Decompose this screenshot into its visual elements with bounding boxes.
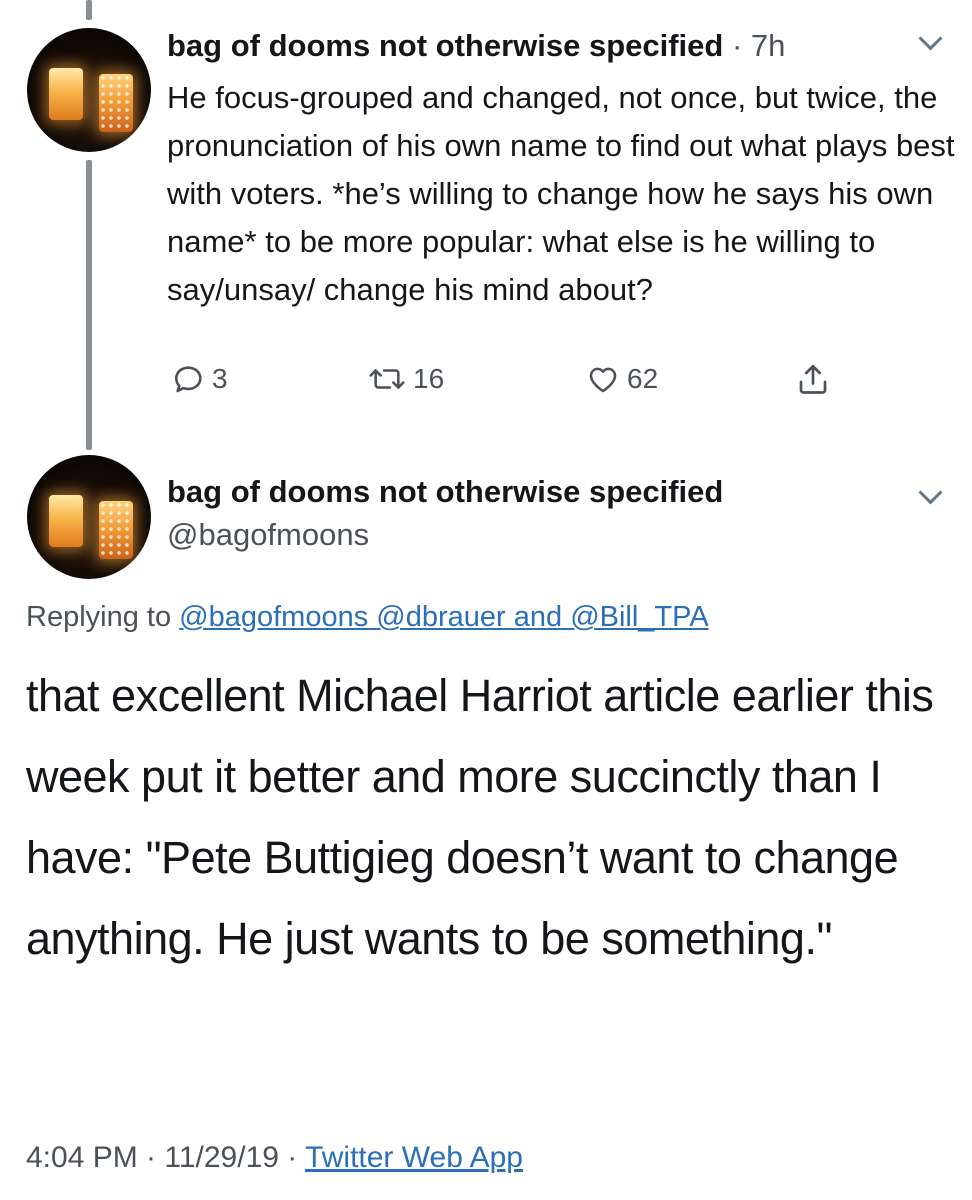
chevron-down-icon[interactable] — [918, 480, 943, 505]
tweet-actions: 3 16 62 — [167, 360, 847, 404]
share-button[interactable] — [795, 360, 831, 398]
avatar[interactable] — [27, 28, 151, 152]
reply-icon — [174, 366, 202, 393]
tweet-footer: 4:04 PM · 11/29/19 · Twitter Web App — [26, 1138, 523, 1178]
chevron-down-icon[interactable] — [918, 26, 943, 51]
mention-link[interactable]: @dbrauer — [376, 601, 505, 633]
replying-prefix: Replying to — [26, 601, 180, 633]
reply-button[interactable]: 3 — [172, 362, 228, 396]
share-icon — [799, 364, 827, 394]
like-icon — [589, 367, 617, 393]
tweet-header: bag of dooms not otherwise specified · 7… — [167, 26, 785, 66]
reply-count: 3 — [212, 363, 228, 394]
display-name[interactable]: bag of dooms not otherwise specified — [167, 472, 723, 512]
replying-to: Replying to @bagofmoons @dbrauer and @Bi… — [26, 597, 709, 637]
user-handle[interactable]: @bagofmoons — [167, 515, 369, 555]
mention-link[interactable]: @Bill_TPA — [570, 601, 709, 633]
avatar[interactable] — [27, 455, 151, 579]
tweet-time[interactable]: 7h — [751, 28, 785, 63]
client-link[interactable]: Twitter Web App — [305, 1141, 523, 1174]
thread-line — [86, 0, 92, 20]
lantern-image-right — [99, 74, 133, 132]
mention-link[interactable]: @bagofmoons — [179, 601, 368, 633]
like-button[interactable]: 62 — [585, 362, 658, 396]
lantern-image-left — [49, 495, 83, 547]
retweet-count: 16 — [413, 363, 445, 394]
lantern-image-right — [99, 501, 133, 559]
separator: · — [723, 28, 751, 63]
mention-and[interactable]: and — [506, 601, 571, 633]
thread-line — [86, 160, 92, 450]
retweet-icon — [369, 369, 405, 389]
timestamp[interactable]: 4:04 PM · 11/29/19 · — [26, 1141, 305, 1174]
display-name[interactable]: bag of dooms not otherwise specified — [167, 28, 723, 63]
retweet-button[interactable]: 16 — [367, 362, 444, 396]
tweet-text: that excellent Michael Harriot article e… — [26, 670, 934, 964]
like-count: 62 — [627, 363, 659, 394]
tweet-text: He focus-grouped and changed, not once, … — [167, 80, 955, 307]
lantern-image-left — [49, 68, 83, 120]
